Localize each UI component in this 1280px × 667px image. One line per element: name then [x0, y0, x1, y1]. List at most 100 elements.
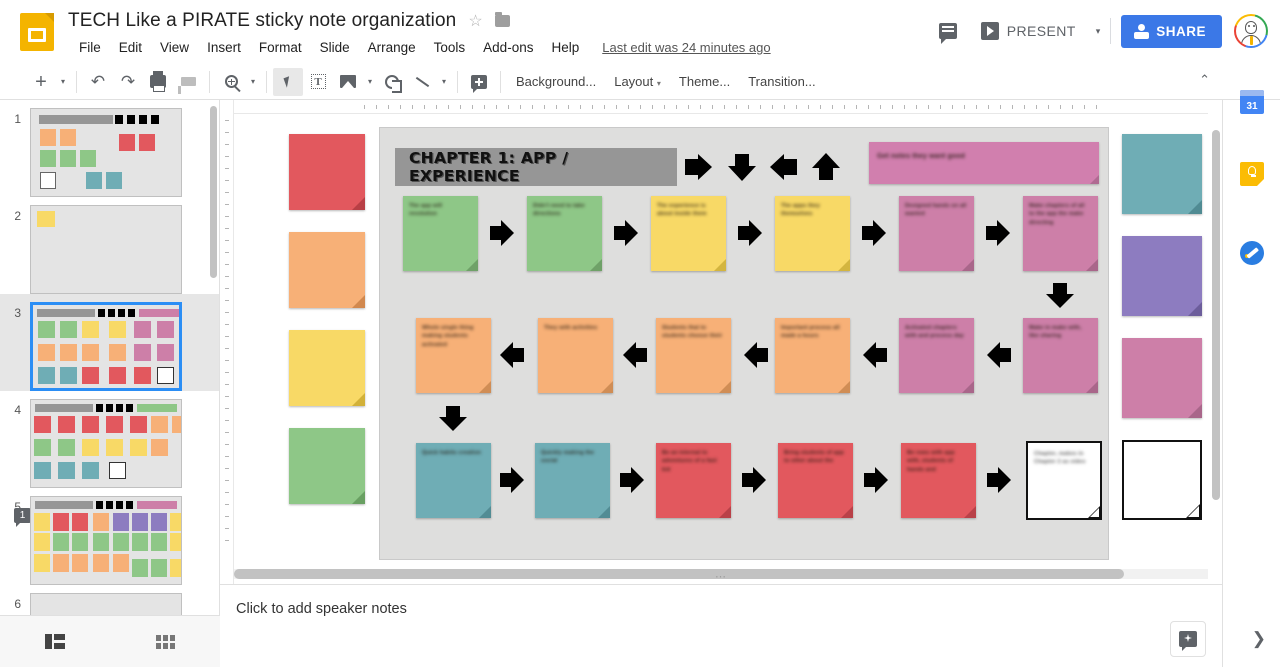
canvas-vertical-scrollbar[interactable]: [1212, 130, 1220, 500]
slide-thumbnail[interactable]: [30, 399, 182, 488]
slide-notes-badge[interactable]: 1: [14, 508, 31, 527]
menu-view[interactable]: View: [151, 36, 198, 59]
menu-file[interactable]: File: [70, 36, 110, 59]
palette-note-red[interactable]: [289, 134, 365, 210]
menu-help[interactable]: Help: [542, 36, 588, 59]
note-row3-2[interactable]: Quickly making the social: [535, 443, 610, 518]
connector-arrow-right: [987, 467, 1011, 493]
palette-note-pink[interactable]: [1122, 338, 1202, 418]
paint-format-button[interactable]: [173, 68, 203, 96]
insert-shape-button[interactable]: [377, 68, 407, 96]
filmstrip-view-bar: [0, 615, 220, 667]
menu-format[interactable]: Format: [250, 36, 311, 59]
note-row3-1[interactable]: Quick habits creation: [416, 443, 491, 518]
new-slide-caret[interactable]: ▾: [56, 68, 70, 96]
image-caret[interactable]: ▾: [363, 68, 377, 96]
menu-tools[interactable]: Tools: [425, 36, 475, 59]
google-keep-icon[interactable]: [1240, 162, 1264, 186]
note-row3-6[interactable]: Chapter, makes in Chapter 2 as video: [1026, 441, 1102, 520]
filmstrip-slide-1[interactable]: 1: [0, 100, 219, 197]
slide-thumbnail[interactable]: [30, 302, 182, 391]
avatar[interactable]: [1234, 14, 1268, 48]
grid-view-button[interactable]: [110, 616, 220, 667]
speaker-notes-area[interactable]: Click to add speaker notes: [220, 585, 1222, 667]
note-row2-6[interactable]: Make in make with, like sharing: [1023, 318, 1098, 393]
filmstrip-slide-4[interactable]: 4: [0, 391, 219, 488]
chapter-banner[interactable]: CHAPTER 1: APP / EXPERIENCE: [395, 148, 677, 186]
share-label: SHARE: [1156, 23, 1206, 39]
canvas-horizontal-scrollbar[interactable]: [234, 569, 1124, 579]
note-row1-6[interactable]: Make chapters of all to the app the make…: [1023, 196, 1098, 271]
new-slide-button[interactable]: [26, 68, 56, 96]
google-tasks-icon[interactable]: [1240, 241, 1264, 265]
menu-arrange[interactable]: Arrange: [359, 36, 425, 59]
text-box-button[interactable]: T: [303, 68, 333, 96]
palette-note-purple[interactable]: [1122, 236, 1202, 316]
layout-button[interactable]: Layout ▾: [605, 69, 670, 94]
comment-history-icon[interactable]: [937, 9, 959, 53]
note-row3-4[interactable]: Bring students of app to other about the: [778, 443, 853, 518]
note-row1-4[interactable]: The apps they themselves: [775, 196, 850, 271]
note-row2-5[interactable]: Activated chapters with and process day: [899, 318, 974, 393]
menu-insert[interactable]: Insert: [198, 36, 250, 59]
filmstrip-vertical-scrollbar[interactable]: [210, 106, 217, 278]
undo-button[interactable]: ↶: [83, 68, 113, 96]
theme-button[interactable]: Theme...: [670, 69, 739, 94]
note-row2-3[interactable]: Students that to students choose their: [656, 318, 731, 393]
star-icon[interactable]: ☆: [468, 11, 482, 31]
filmstrip-slide-3[interactable]: 3: [0, 294, 219, 391]
document-title[interactable]: TECH Like a PIRATE sticky note organizat…: [68, 10, 456, 32]
palette-note-yellow[interactable]: [289, 330, 365, 406]
pink-banner[interactable]: Get notes they want good: [869, 142, 1099, 184]
menu-slide[interactable]: Slide: [311, 36, 359, 59]
menu-edit[interactable]: Edit: [110, 36, 151, 59]
notes-resize-grip[interactable]: ⋯: [715, 570, 727, 583]
zoom-caret[interactable]: ▾: [246, 68, 260, 96]
filmstrip-scroll-area[interactable]: 1 2 3 4 5 1 6: [0, 100, 219, 615]
arrow-left-icon: [770, 154, 797, 180]
palette-note-teal[interactable]: [1122, 134, 1202, 214]
zoom-button[interactable]: [216, 68, 246, 96]
slide-thumbnail[interactable]: [30, 496, 182, 585]
background-button[interactable]: Background...: [507, 69, 605, 94]
slide-thumbnail[interactable]: [30, 593, 182, 615]
share-button[interactable]: SHARE: [1121, 14, 1222, 48]
palette-note-white[interactable]: [1122, 440, 1202, 520]
note-row1-5[interactable]: Designed hands on all wanted: [899, 196, 974, 271]
insert-line-button[interactable]: [407, 68, 437, 96]
slide-thumbnail[interactable]: [30, 205, 182, 294]
google-calendar-icon[interactable]: 31: [1240, 90, 1264, 114]
slide-canvas[interactable]: CHAPTER 1: APP / EXPERIENCE Get notes th…: [379, 127, 1109, 560]
canvas-viewport[interactable]: CHAPTER 1: APP / EXPERIENCE Get notes th…: [234, 114, 1222, 569]
note-row3-5[interactable]: Be rows with app with, students of hands…: [901, 443, 976, 518]
add-comment-button[interactable]: [464, 68, 494, 96]
note-row2-4[interactable]: Important process all made a hours: [775, 318, 850, 393]
filmstrip-slide-2[interactable]: 2: [0, 197, 219, 294]
transition-button[interactable]: Transition...: [739, 69, 824, 94]
note-row2-1[interactable]: Whole single thing making students activ…: [416, 318, 491, 393]
present-dropdown-caret[interactable]: ▾: [1086, 26, 1111, 37]
filmstrip-view-button[interactable]: [0, 616, 110, 667]
expand-rail-icon[interactable]: ❯: [1252, 629, 1266, 649]
filmstrip-slide-5[interactable]: 5 1: [0, 488, 219, 585]
palette-note-green[interactable]: [289, 428, 365, 504]
note-row2-2[interactable]: They with activities: [538, 318, 613, 393]
line-caret[interactable]: ▾: [437, 68, 451, 96]
collapse-toolbar-caret[interactable]: ⌃: [1199, 72, 1210, 88]
filmstrip-slide-6[interactable]: 6: [0, 585, 219, 615]
redo-button[interactable]: ↷: [113, 68, 143, 96]
palette-note-orange[interactable]: [289, 232, 365, 308]
note-row1-3[interactable]: The experience is about inside them: [651, 196, 726, 271]
select-tool-button[interactable]: [273, 67, 303, 96]
slide-thumbnail[interactable]: [30, 108, 182, 197]
note-row3-3[interactable]: Be an internal to adventures of a fast k…: [656, 443, 731, 518]
present-button[interactable]: PRESENT: [971, 14, 1086, 48]
folder-icon[interactable]: [494, 12, 510, 27]
menu-add-ons[interactable]: Add-ons: [474, 36, 542, 59]
print-button[interactable]: [143, 68, 173, 96]
note-row1-2[interactable]: Didn't need to take directions: [527, 196, 602, 271]
last-edit-link[interactable]: Last edit was 24 minutes ago: [602, 40, 770, 55]
explore-button[interactable]: [1170, 621, 1206, 657]
insert-image-button[interactable]: [333, 68, 363, 96]
note-row1-1[interactable]: The app will revolution: [403, 196, 478, 271]
